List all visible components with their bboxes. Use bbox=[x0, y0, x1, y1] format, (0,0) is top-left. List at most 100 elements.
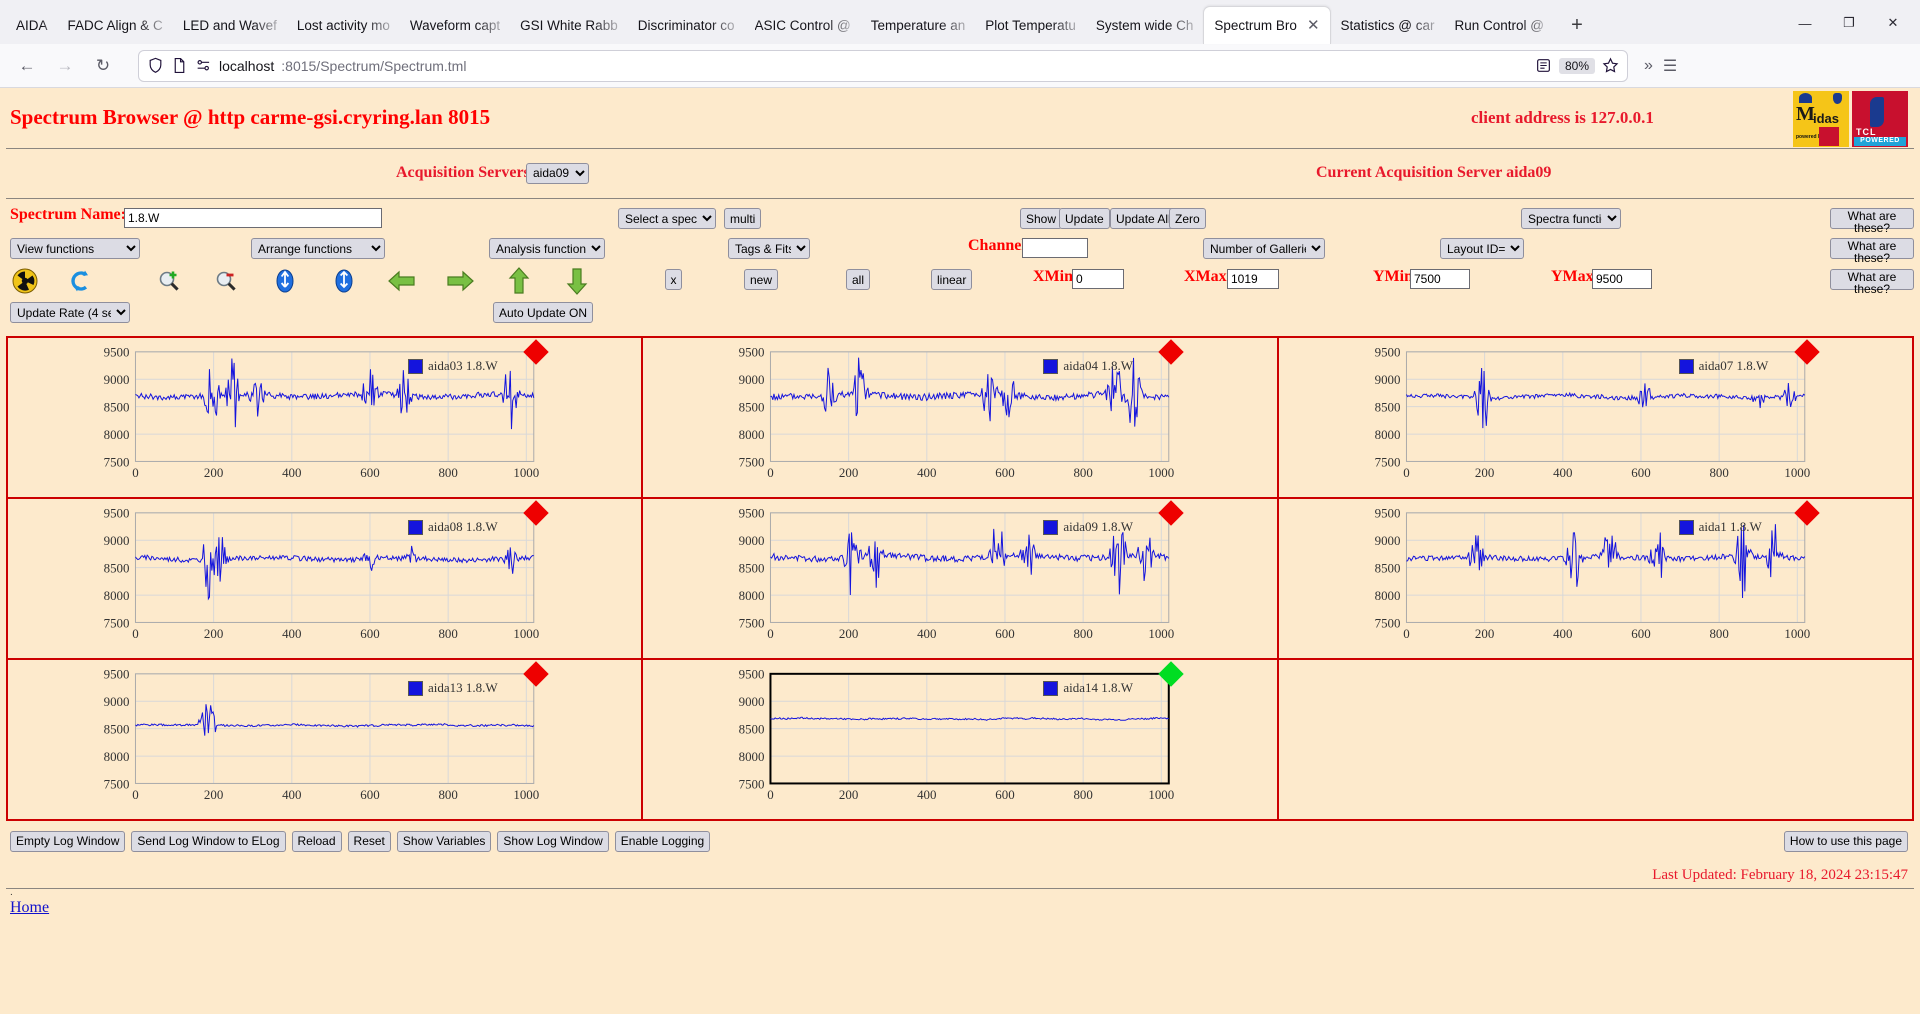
navigation-toolbar: ← → ↻ localhost:8015/Spectrum/Spectrum.t… bbox=[0, 44, 1920, 88]
svg-text:9000: 9000 bbox=[1374, 534, 1400, 548]
spectrum-name-input[interactable] bbox=[124, 208, 382, 228]
browser-tab[interactable]: Discriminator co bbox=[628, 6, 745, 44]
spectrum-panel[interactable]: 7500800085009000950002004006008001000aid… bbox=[643, 499, 1278, 660]
browser-tab[interactable]: Temperature an bbox=[861, 6, 976, 44]
zoom-level-badge[interactable]: 80% bbox=[1559, 58, 1595, 74]
browser-tab[interactable]: Waveform capt bbox=[400, 6, 510, 44]
permissions-icon[interactable] bbox=[195, 57, 212, 75]
spectrum-plot[interactable]: 7500800085009000950002004006008001000 bbox=[643, 499, 1276, 658]
reader-view-icon[interactable] bbox=[1535, 57, 1552, 75]
footer-button[interactable]: Send Log Window to ELog bbox=[131, 831, 285, 852]
browser-tab[interactable]: ASIC Control @ bbox=[745, 6, 861, 44]
what-are-these-button-1[interactable]: What are these? bbox=[1830, 208, 1914, 229]
overflow-menu-icon[interactable]: » bbox=[1644, 57, 1653, 75]
update-button[interactable]: Update bbox=[1059, 208, 1110, 229]
xmin-input[interactable] bbox=[1072, 269, 1124, 289]
refresh-cycle-icon[interactable] bbox=[66, 266, 96, 296]
spectrum-panel[interactable]: 7500800085009000950002004006008001000aid… bbox=[1279, 338, 1914, 499]
maximize-button[interactable]: ❐ bbox=[1828, 8, 1870, 38]
app-menu-icon[interactable]: ☰ bbox=[1663, 56, 1677, 76]
minimize-button[interactable]: — bbox=[1784, 8, 1826, 38]
browser-tab[interactable]: LED and Wavef bbox=[173, 6, 287, 44]
auto-update-button[interactable]: Auto Update ON bbox=[493, 302, 593, 323]
control-row-2: View functions Arrange functions Analysi… bbox=[6, 235, 1914, 266]
home-link[interactable]: Home bbox=[6, 899, 49, 917]
what-are-these-button-2[interactable]: What are these? bbox=[1830, 238, 1914, 259]
ymax-input[interactable] bbox=[1592, 269, 1652, 289]
arrow-down-icon[interactable] bbox=[562, 266, 592, 296]
spectrum-panel[interactable]: 7500800085009000950002004006008001000aid… bbox=[8, 499, 643, 660]
footer-button[interactable]: Enable Logging bbox=[615, 831, 710, 852]
back-button[interactable]: ← bbox=[10, 49, 44, 83]
browser-tab[interactable]: System wide Ch bbox=[1086, 6, 1204, 44]
spectrum-panel[interactable]: 7500800085009000950002004006008001000aid… bbox=[8, 338, 643, 499]
spectrum-panel[interactable]: 7500800085009000950002004006008001000aid… bbox=[643, 338, 1278, 499]
show-button[interactable]: Show bbox=[1020, 208, 1062, 229]
spectrum-panel[interactable]: 7500800085009000950002004006008001000aid… bbox=[8, 660, 643, 821]
browser-tab[interactable]: Plot Temperatu bbox=[975, 6, 1086, 44]
spectrum-panel[interactable]: 7500800085009000950002004006008001000aid… bbox=[1279, 499, 1914, 660]
radiation-icon[interactable] bbox=[10, 266, 40, 296]
close-tab-icon[interactable]: ✕ bbox=[1307, 18, 1320, 33]
svg-text:800: 800 bbox=[1074, 627, 1093, 641]
spectrum-plot[interactable]: 7500800085009000950002004006008001000 bbox=[1279, 499, 1912, 658]
arrow-up-icon[interactable] bbox=[504, 266, 534, 296]
arrow-right-icon[interactable] bbox=[445, 266, 475, 296]
svg-text:8000: 8000 bbox=[1374, 589, 1400, 603]
how-to-use-this-page-button[interactable]: How to use this page bbox=[1784, 831, 1908, 852]
zoom-out-icon[interactable] bbox=[211, 266, 241, 296]
browser-tab[interactable]: Statistics @ car bbox=[1331, 6, 1445, 44]
spectrum-plot[interactable]: 7500800085009000950002004006008001000 bbox=[8, 338, 641, 497]
browser-tab[interactable]: Run Control @ bbox=[1445, 6, 1555, 44]
spectrum-plot[interactable]: 7500800085009000950002004006008001000 bbox=[1279, 338, 1912, 497]
forward-button[interactable]: → bbox=[48, 49, 82, 83]
footer-button[interactable]: Empty Log Window bbox=[10, 831, 125, 852]
zoom-in-icon[interactable] bbox=[154, 266, 184, 296]
number-of-galleries-dropdown[interactable]: Number of Galleries bbox=[1203, 238, 1325, 259]
layout-id-dropdown[interactable]: Layout ID=8 bbox=[1440, 238, 1524, 259]
browser-tab[interactable]: Spectrum Bro✕ bbox=[1203, 6, 1330, 44]
spectra-functions-dropdown[interactable]: Spectra functions bbox=[1521, 208, 1621, 229]
update-rate-dropdown[interactable]: Update Rate (4 secs) bbox=[10, 302, 130, 323]
spectrum-panel[interactable]: 7500800085009000950002004006008001000aid… bbox=[643, 660, 1278, 821]
acquisition-server-select[interactable]: aida09 bbox=[526, 163, 589, 184]
new-tab-button[interactable]: + bbox=[1560, 8, 1594, 42]
new-button[interactable]: new bbox=[744, 269, 778, 290]
browser-tab[interactable]: Lost activity mo bbox=[287, 6, 400, 44]
tags-and-fits-dropdown[interactable]: Tags & Fits bbox=[728, 238, 810, 259]
browser-tab[interactable]: GSI White Rabb bbox=[510, 6, 628, 44]
footer-button[interactable]: Show Log Window bbox=[497, 831, 608, 852]
address-bar[interactable]: localhost:8015/Spectrum/Spectrum.tml 80% bbox=[138, 50, 1628, 82]
zero-button[interactable]: Zero bbox=[1169, 208, 1206, 229]
browser-tab[interactable]: FADC Align & C bbox=[58, 6, 173, 44]
spectrum-plot[interactable]: 7500800085009000950002004006008001000 bbox=[8, 499, 641, 658]
xmax-input[interactable] bbox=[1227, 269, 1279, 289]
view-functions-dropdown[interactable]: View functions bbox=[10, 238, 140, 259]
linear-button[interactable]: linear bbox=[931, 269, 972, 290]
browser-tab[interactable]: AIDA bbox=[6, 6, 58, 44]
expand-vertical-icon[interactable] bbox=[270, 266, 300, 296]
update-all-button[interactable]: Update All bbox=[1110, 208, 1177, 229]
ymin-input[interactable] bbox=[1410, 269, 1470, 289]
select-a-spectrum-dropdown[interactable]: Select a spectrum bbox=[618, 208, 716, 229]
footer-button[interactable]: Reset bbox=[348, 831, 391, 852]
x-button[interactable]: x bbox=[665, 269, 682, 290]
spectrum-plot[interactable]: 7500800085009000950002004006008001000 bbox=[8, 660, 641, 819]
footer-button[interactable]: Show Variables bbox=[397, 831, 492, 852]
arrange-functions-dropdown[interactable]: Arrange functions bbox=[251, 238, 385, 259]
channel-input[interactable] bbox=[1022, 238, 1088, 258]
spectrum-plot[interactable]: 7500800085009000950002004006008001000 bbox=[643, 338, 1276, 497]
plot-legend: aida04 1.8.W bbox=[1043, 358, 1133, 374]
what-are-these-button-3[interactable]: What are these? bbox=[1830, 269, 1914, 290]
spectrum-plot[interactable]: 7500800085009000950002004006008001000 bbox=[643, 660, 1276, 819]
last-updated-text: Last Updated: February 18, 2024 23:15:47 bbox=[6, 867, 1914, 884]
arrow-left-icon[interactable] bbox=[387, 266, 417, 296]
reload-button[interactable]: ↻ bbox=[86, 49, 120, 83]
bookmark-star-icon[interactable] bbox=[1602, 57, 1619, 75]
multi-button[interactable]: multi bbox=[724, 208, 761, 229]
analysis-functions-dropdown[interactable]: Analysis functions bbox=[489, 238, 605, 259]
all-button[interactable]: all bbox=[846, 269, 870, 290]
footer-button[interactable]: Reload bbox=[292, 831, 342, 852]
shrink-vertical-icon[interactable] bbox=[329, 266, 359, 296]
close-window-button[interactable]: ✕ bbox=[1872, 8, 1914, 38]
